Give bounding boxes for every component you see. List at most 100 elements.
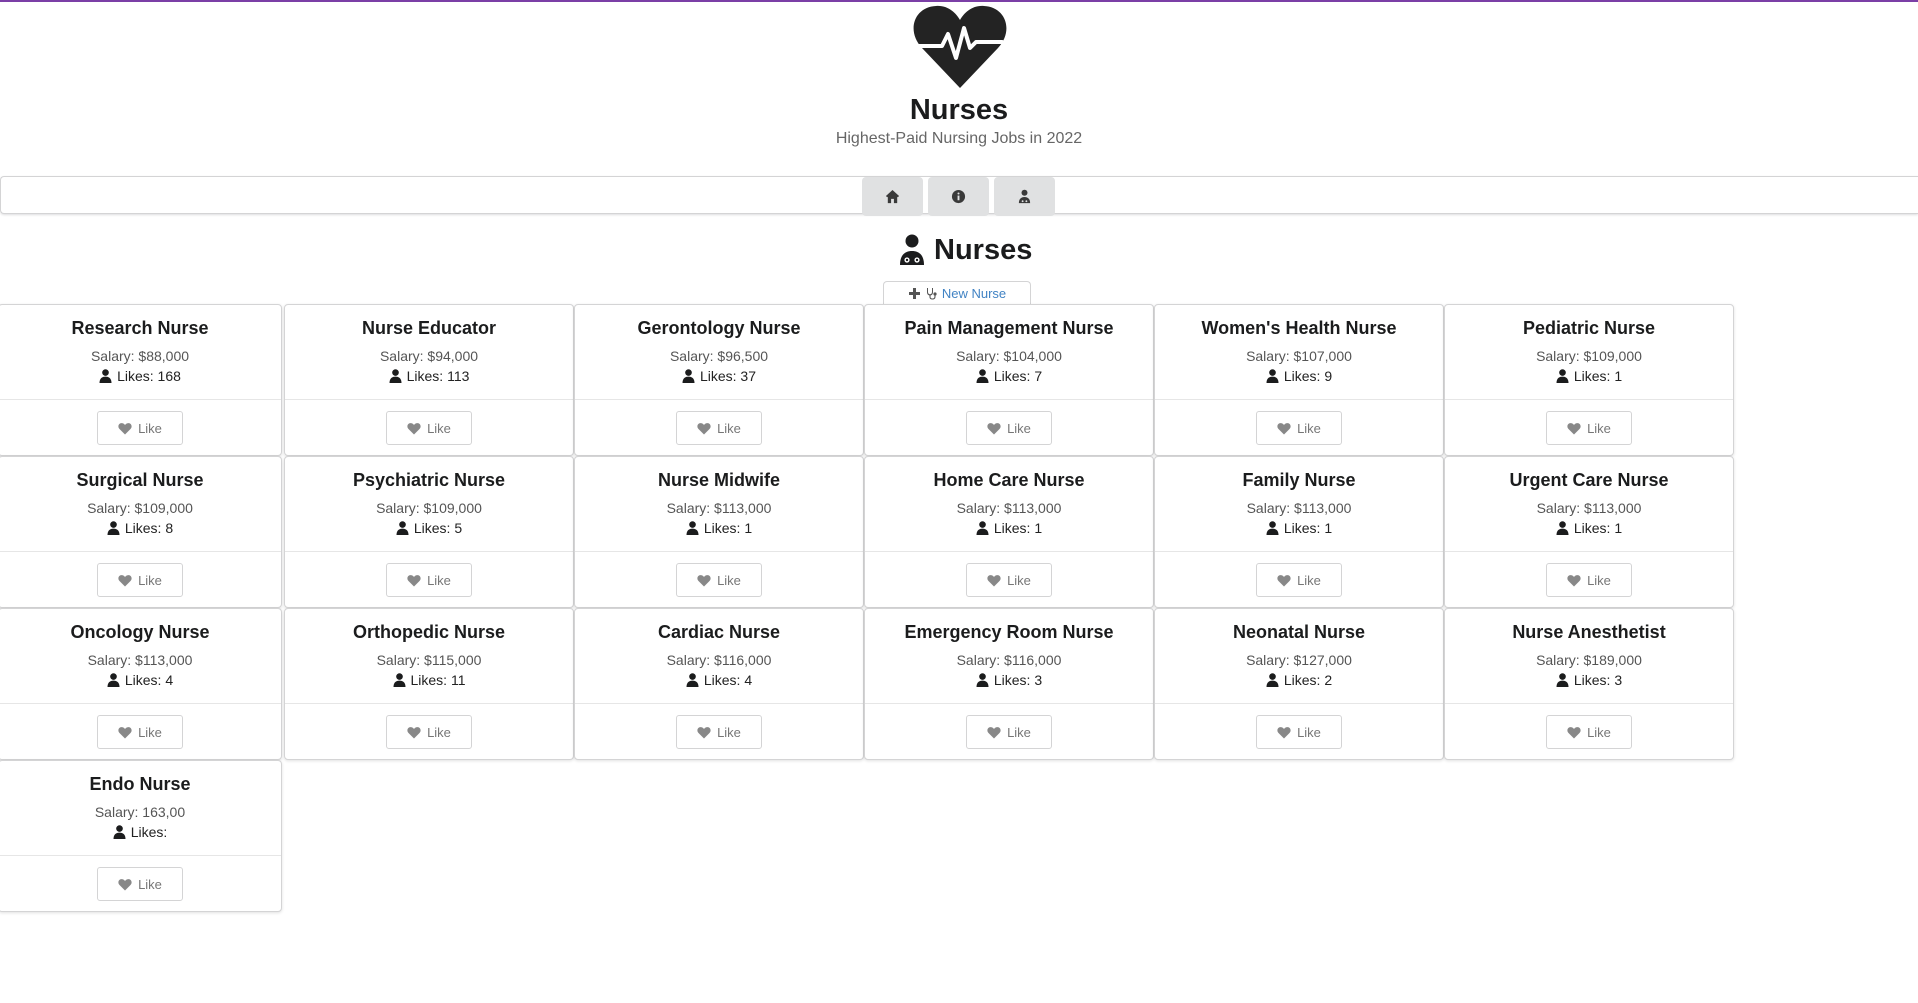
site-subtitle: Highest-Paid Nursing Jobs in 2022: [835, 130, 1083, 147]
like-button[interactable]: Like: [966, 715, 1052, 749]
nurse-salary: Salary: $96,500: [669, 348, 769, 364]
nurse-salary: Salary: 163,00: [94, 804, 186, 820]
user-icon: [1266, 369, 1279, 383]
nurse-salary: Salary: $116,000: [666, 652, 772, 668]
nurse-card: Gerontology Nurse Salary: $96,500 Likes: 3…: [574, 304, 864, 456]
card-divider: [575, 399, 863, 400]
like-button[interactable]: Like: [1546, 411, 1632, 445]
nav-info-button[interactable]: [928, 177, 989, 216]
like-button-label: Like: [1007, 420, 1031, 436]
card-divider: [1155, 399, 1443, 400]
new-nurse-label: New Nurse: [941, 285, 1007, 301]
nurse-card: Nurse Midwife Salary: $113,000 Likes: 1 Lik…: [574, 456, 864, 608]
user-icon: [107, 673, 120, 687]
nurse-name: Neonatal Nurse: [1232, 622, 1366, 642]
nurse-name: Orthopedic Nurse: [352, 622, 506, 642]
nurse-card: Orthopedic Nurse Salary: $115,000 Likes: 1…: [284, 608, 574, 760]
nurse-likes-text: Likes: 7: [993, 368, 1043, 384]
nurse-name: Cardiac Nurse: [657, 622, 781, 642]
nurse-salary: Salary: $113,000: [1246, 500, 1352, 516]
heart-icon: [118, 726, 132, 738]
card-divider: [285, 703, 573, 704]
nurse-name: Research Nurse: [71, 318, 209, 338]
nurse-likes: Likes: 11: [285, 671, 573, 689]
like-button[interactable]: Like: [386, 563, 472, 597]
nurse-salary: Salary: $127,000: [1246, 652, 1352, 668]
card-divider: [865, 399, 1153, 400]
user-icon: [1266, 521, 1279, 535]
like-button-label: Like: [427, 572, 451, 588]
card-divider: [0, 399, 281, 400]
nav-nurses-button[interactable]: [994, 177, 1055, 216]
like-button[interactable]: Like: [1546, 715, 1632, 749]
nurse-name: Women's Health Nurse: [1201, 318, 1397, 338]
nurse-likes-text: Likes: 2: [1283, 672, 1333, 688]
heart-icon: [697, 726, 711, 738]
heart-icon: [1277, 726, 1291, 738]
like-button[interactable]: Like: [676, 563, 762, 597]
like-button[interactable]: Like: [676, 715, 762, 749]
user-icon: [976, 673, 989, 687]
user-icon: [396, 521, 409, 535]
nurse-name: Oncology Nurse: [70, 622, 210, 642]
heart-icon: [118, 422, 132, 434]
nurse-salary: Salary: $113,000: [1536, 500, 1642, 516]
card-divider: [1445, 399, 1733, 400]
heart-icon: [987, 574, 1001, 586]
user-icon: [682, 369, 695, 383]
nurse-likes: Likes: 3: [865, 671, 1153, 689]
nurse-card: Home Care Nurse Salary: $113,000 Likes: 1 L…: [864, 456, 1154, 608]
nurse-likes-text: Likes: 1: [1573, 520, 1623, 536]
home-icon: [885, 189, 900, 204]
nurse-name: Endo Nurse: [89, 774, 191, 794]
like-button-label: Like: [1007, 724, 1031, 740]
heartbeat-logo-icon: [913, 5, 1007, 88]
nurse-likes: Likes: 1: [1155, 519, 1443, 537]
top-accent-line: [0, 0, 1918, 2]
nurse-card: Oncology Nurse Salary: $113,000 Likes: 4 Li…: [0, 608, 282, 760]
like-button-label: Like: [138, 724, 162, 740]
page-heading-text: Nurses: [934, 233, 1033, 266]
nurse-likes-text: Likes: 168: [117, 368, 181, 384]
nav-home-button[interactable]: [862, 177, 923, 216]
nurse-likes: Likes: 3: [1445, 671, 1733, 689]
nurse-name: Pain Management Nurse: [904, 318, 1114, 338]
info-circle-icon: [951, 189, 966, 204]
nurse-card: Urgent Care Nurse Salary: $113,000 Likes: …: [1444, 456, 1734, 608]
nurse-likes: Likes: 1: [1445, 519, 1733, 537]
user-icon: [107, 521, 120, 535]
nurse-likes-text: Likes: 4: [703, 672, 753, 688]
like-button-label: Like: [427, 724, 451, 740]
like-button[interactable]: Like: [97, 563, 183, 597]
card-divider: [575, 551, 863, 552]
page-heading: Nurses: [898, 232, 1032, 268]
like-button[interactable]: Like: [97, 867, 183, 901]
like-button[interactable]: Like: [966, 563, 1052, 597]
like-button[interactable]: Like: [966, 411, 1052, 445]
heart-icon: [407, 574, 421, 586]
nurse-likes: Likes: 37: [575, 367, 863, 385]
like-button[interactable]: Like: [386, 715, 472, 749]
heart-icon: [1277, 574, 1291, 586]
nurse-card: Neonatal Nurse Salary: $127,000 Likes: 2 Li…: [1154, 608, 1444, 760]
like-button[interactable]: Like: [1256, 715, 1342, 749]
like-button[interactable]: Like: [1256, 563, 1342, 597]
new-nurse-button[interactable]: New Nurse: [883, 281, 1031, 304]
nurse-likes-text: Likes: 37: [699, 368, 757, 384]
like-button[interactable]: Like: [1546, 563, 1632, 597]
like-button[interactable]: Like: [1256, 411, 1342, 445]
user-icon: [976, 521, 989, 535]
stethoscope-icon: [926, 287, 937, 300]
user-icon: [686, 673, 699, 687]
nurse-card: Pediatric Nurse Salary: $109,000 Likes: 1 L…: [1444, 304, 1734, 456]
user-icon: [1556, 673, 1569, 687]
user-icon: [389, 369, 402, 383]
like-button[interactable]: Like: [97, 715, 183, 749]
like-button-label: Like: [1587, 420, 1611, 436]
like-button[interactable]: Like: [97, 411, 183, 445]
nurse-likes: Likes: 5: [285, 519, 573, 537]
like-button[interactable]: Like: [676, 411, 762, 445]
nurse-card: Surgical Nurse Salary: $109,000 Likes: 8 Li…: [0, 456, 282, 608]
nurse-salary: Salary: $113,000: [87, 652, 193, 668]
like-button[interactable]: Like: [386, 411, 472, 445]
